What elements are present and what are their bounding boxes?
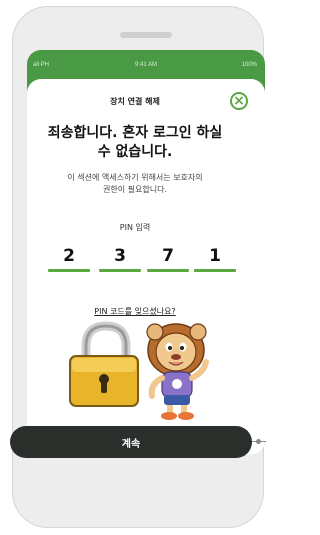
continue-button[interactable]: 계속	[10, 426, 252, 458]
callout-dot	[256, 439, 261, 444]
lock-icon	[69, 321, 139, 407]
lion-mascot-icon	[146, 323, 209, 420]
